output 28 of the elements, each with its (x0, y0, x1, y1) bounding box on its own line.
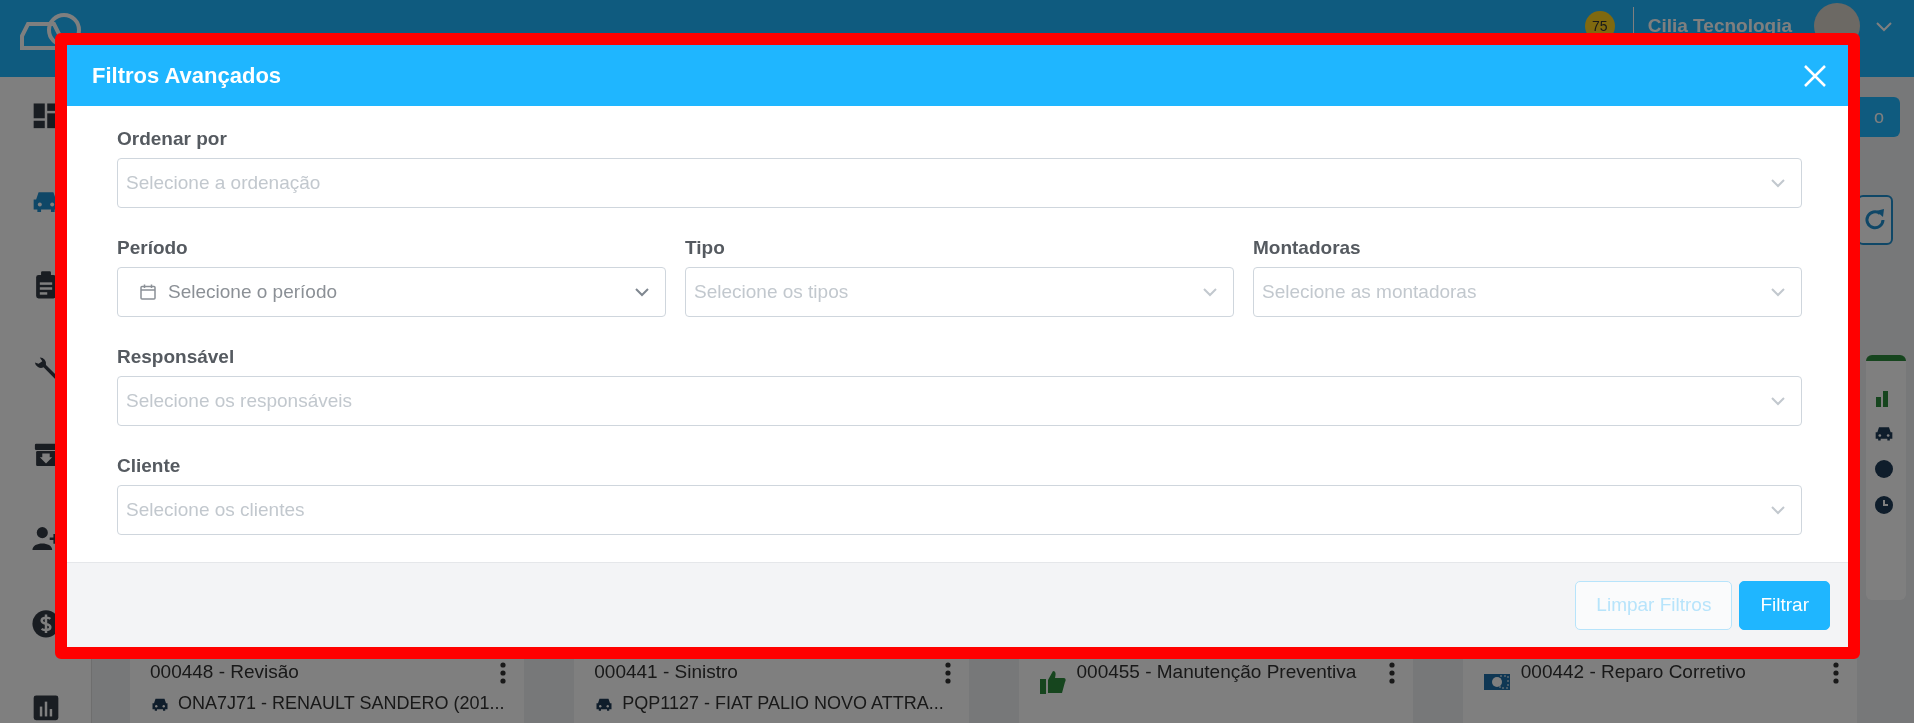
thumbs-up-icon (1038, 669, 1067, 695)
vehicle-text: ONA7J71 - RENAULT SANDERO (201... (178, 693, 505, 714)
card-title: 000455 - Manutenção Preventiva (1076, 660, 1358, 684)
select-field[interactable]: Selecione os tipos (685, 267, 1234, 317)
field-label: Montadoras (1253, 237, 1362, 259)
company-name: Cilia Tecnologia (1647, 14, 1792, 37)
field-label: Tipo (685, 237, 726, 259)
clock-icon (1874, 495, 1894, 515)
select-field[interactable]: Selecione as montadoras (1253, 267, 1802, 317)
field-label: Ordenar por (117, 128, 228, 150)
card-title: 000441 - Sinistro (594, 660, 739, 684)
calendar-icon (140, 284, 156, 300)
field-label: Período (117, 237, 189, 259)
more-icon[interactable] (1833, 661, 1839, 685)
more-icon[interactable] (1388, 661, 1395, 685)
more-icon[interactable] (944, 661, 951, 685)
card-title: 000442 - Reparo Corretivo (1520, 660, 1747, 684)
date-picker[interactable]: Selecione o período (117, 267, 666, 317)
select-field[interactable]: Selecione os clientes (117, 485, 1802, 535)
dialog-title: Filtros Avançados (92, 62, 282, 89)
field-label: Cliente (117, 455, 182, 477)
field-label: Responsável (117, 346, 236, 368)
filter-button[interactable]: Filtrar (1739, 580, 1830, 630)
more-icon[interactable] (500, 661, 507, 685)
vehicle-text: PQP1127 - FIAT PALIO NOVO ATTRA... (622, 693, 944, 714)
select-field[interactable]: Selecione os responsáveis (117, 376, 1802, 426)
card-title: 000448 - Revisão (150, 660, 300, 684)
select-field[interactable]: Selecione a ordenação (117, 158, 1802, 208)
